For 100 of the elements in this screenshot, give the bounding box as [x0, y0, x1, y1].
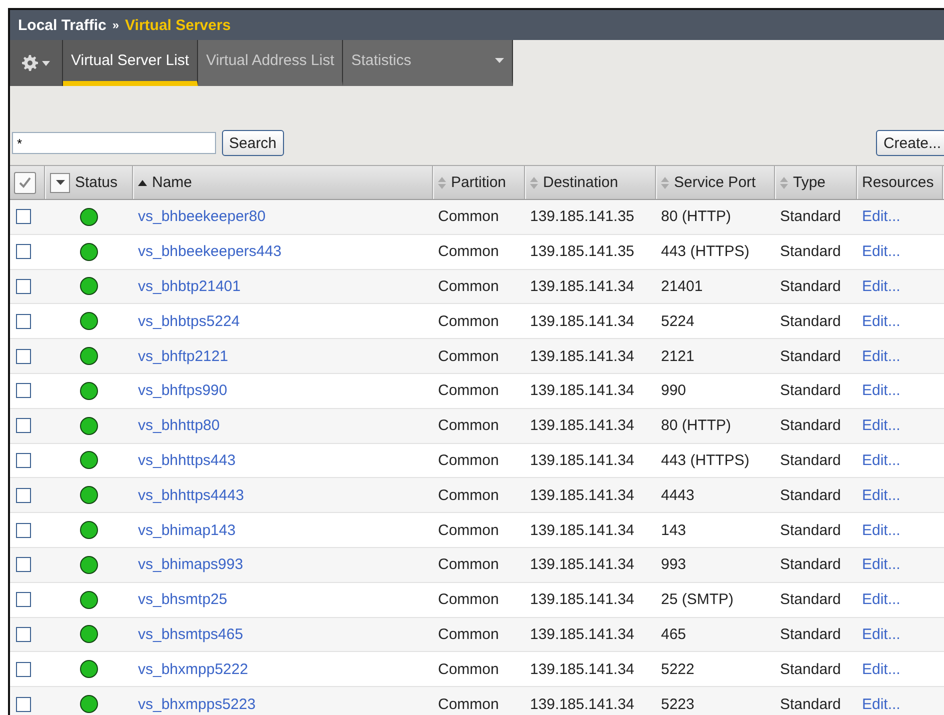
table-cell-text: Common	[437, 312, 500, 330]
edit-link[interactable]: Edit...	[862, 243, 900, 260]
server-name-link[interactable]: vs_bhhttps443	[138, 452, 236, 469]
table-cell-text: Common	[437, 348, 500, 365]
table-cell-text: Standard	[779, 522, 842, 539]
column-menu-button[interactable]	[50, 172, 70, 192]
column-header[interactable]: Service Port	[674, 174, 756, 191]
table-cell-text: Standard	[779, 312, 842, 330]
row-checkbox[interactable]	[16, 626, 31, 642]
edit-link[interactable]: Edit...	[862, 591, 900, 608]
table-cell-text: Common	[437, 696, 500, 713]
table-cell-text: Common	[437, 522, 500, 539]
table-cell-text: 139.185.141.34	[529, 348, 636, 365]
edit-link[interactable]: Edit...	[862, 522, 900, 539]
table-cell-text: Standard	[779, 278, 842, 295]
breadcrumb-section[interactable]: Local Traffic	[18, 16, 106, 34]
table-cell-text: Standard	[779, 556, 842, 574]
column-header: Resources	[862, 174, 934, 191]
row-checkbox[interactable]	[16, 557, 31, 572]
row-checkbox[interactable]	[16, 662, 31, 677]
table-cell-text: Common	[437, 243, 500, 260]
table-cell-text: Standard	[779, 452, 842, 469]
row-checkbox[interactable]	[16, 592, 31, 608]
row-checkbox[interactable]	[16, 488, 31, 503]
table-cell-text: 139.185.141.34	[529, 452, 636, 469]
column-header[interactable]: Partition	[451, 174, 506, 191]
edit-link[interactable]: Edit...	[862, 417, 900, 434]
server-name-link[interactable]: vs_bhimap143	[138, 522, 236, 539]
gear-icon	[22, 55, 38, 71]
table-cell-text: 5223	[660, 696, 696, 713]
tab[interactable]: Virtual Server List	[63, 40, 198, 86]
table-cell-text: 465	[660, 626, 688, 643]
table-cell-text: Standard	[779, 208, 842, 226]
row-checkbox[interactable]	[16, 244, 31, 260]
table-cell-text: Standard	[779, 417, 842, 434]
table-cell-text: 5222	[660, 660, 696, 678]
table-cell-text: 139.185.141.34	[529, 556, 636, 574]
table-cell-text: Common	[437, 278, 500, 295]
tab[interactable]: Virtual Address List	[198, 40, 344, 86]
column-header[interactable]: Status	[75, 174, 118, 191]
edit-link[interactable]: Edit...	[862, 278, 900, 295]
server-name-link[interactable]: vs_bhbeekeeper80	[138, 208, 266, 226]
server-name-link[interactable]: vs_bhhttps4443	[138, 486, 244, 504]
caret-icon	[42, 60, 50, 66]
column-header[interactable]: Destination	[543, 174, 618, 191]
search-button[interactable]: Search	[222, 130, 284, 156]
row-checkbox[interactable]	[16, 452, 31, 468]
row-checkbox[interactable]	[16, 209, 31, 224]
table-cell-text: Common	[437, 660, 500, 678]
row-checkbox[interactable]	[16, 696, 31, 712]
edit-link[interactable]: Edit...	[862, 348, 900, 365]
row-checkbox[interactable]	[16, 278, 31, 294]
table-cell-text: Common	[437, 208, 500, 226]
edit-link[interactable]: Edit...	[862, 382, 900, 400]
table-cell-text: Standard	[779, 660, 842, 678]
server-name-link[interactable]: vs_bhxmpp5222	[138, 660, 248, 678]
tab[interactable]: Statistics	[343, 40, 514, 86]
check-icon	[19, 177, 31, 188]
server-name-link[interactable]: vs_bhftp2121	[138, 348, 228, 365]
edit-link[interactable]: Edit...	[862, 208, 900, 226]
server-name-link[interactable]: vs_bhsmtps465	[138, 626, 244, 643]
server-name-link[interactable]: vs_bhsmtp25	[138, 591, 228, 608]
column-header[interactable]: Type	[793, 174, 826, 191]
server-name-link[interactable]: vs_bhbtps5224	[138, 312, 240, 330]
server-name-link[interactable]: vs_bhimaps993	[138, 556, 244, 574]
table-cell-text: 139.185.141.34	[529, 312, 636, 330]
edit-link[interactable]: Edit...	[862, 312, 900, 330]
table-cell-text: Common	[437, 417, 500, 434]
row-checkbox[interactable]	[16, 348, 31, 364]
breadcrumb-separator: »	[112, 18, 120, 32]
search-field[interactable]: *	[12, 132, 216, 154]
table-cell-text: Common	[437, 452, 500, 469]
table-cell-text: 4443	[660, 486, 696, 504]
edit-link[interactable]: Edit...	[862, 556, 900, 574]
table-cell-text: Common	[437, 382, 500, 400]
edit-link[interactable]: Edit...	[862, 696, 900, 713]
edit-link[interactable]: Edit...	[862, 452, 900, 469]
table-cell-text: Standard	[779, 243, 842, 260]
server-name-link[interactable]: vs_bhbtp21401	[138, 278, 241, 295]
select-all-checkbox[interactable]	[14, 172, 36, 194]
settings-menu-button[interactable]	[10, 40, 63, 86]
page-title: Virtual Servers	[125, 16, 231, 34]
edit-link[interactable]: Edit...	[862, 626, 900, 643]
table-cell-text: Standard	[779, 486, 842, 504]
row-checkbox[interactable]	[16, 383, 31, 398]
server-name-link[interactable]: vs_bhbeekeepers443	[138, 243, 282, 260]
create-button[interactable]: Create...	[876, 130, 944, 156]
edit-link[interactable]: Edit...	[862, 660, 900, 678]
edit-link[interactable]: Edit...	[862, 486, 900, 504]
row-checkbox[interactable]	[16, 418, 31, 434]
table-cell-text: 139.185.141.34	[529, 486, 636, 504]
server-name-link[interactable]: vs_bhxmpps5223	[138, 696, 256, 713]
table-cell-text: 139.185.141.34	[529, 417, 636, 434]
server-name-link[interactable]: vs_bhftps990	[138, 382, 228, 400]
table-cell-text: 443 (HTTPS)	[660, 243, 750, 260]
row-checkbox[interactable]	[16, 314, 31, 329]
row-checkbox[interactable]	[16, 522, 31, 538]
server-name-link[interactable]: vs_bhhttp80	[138, 417, 220, 434]
column-header[interactable]: Name	[152, 174, 192, 191]
table-cell-text: 143	[660, 522, 688, 539]
